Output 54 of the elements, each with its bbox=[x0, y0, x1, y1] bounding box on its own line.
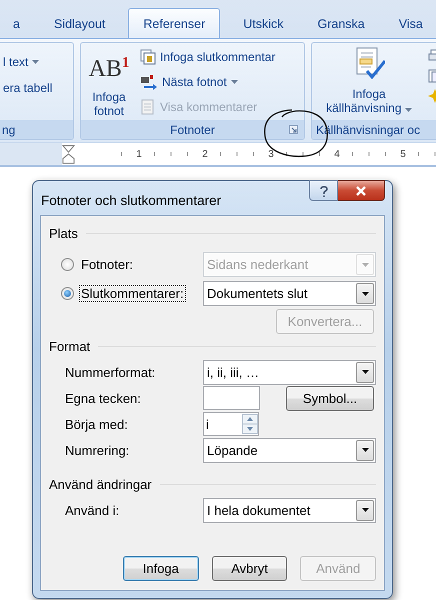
ribbon-tab[interactable]: Utskick bbox=[232, 8, 295, 38]
caret-icon bbox=[32, 60, 40, 64]
close-button[interactable] bbox=[338, 180, 385, 201]
ribbon-button[interactable]: l text bbox=[0, 53, 56, 71]
comments-icon bbox=[140, 99, 156, 115]
dialog-button[interactable]: Avbryt bbox=[212, 556, 288, 581]
ribbon-tab[interactable]: a bbox=[2, 8, 31, 38]
dropdown[interactable]: Dokumentets slut bbox=[203, 281, 376, 306]
ribbon-button[interactable]: era tabell bbox=[0, 79, 56, 97]
field-label: Egna tecken: bbox=[65, 390, 142, 406]
help-button[interactable] bbox=[309, 180, 338, 201]
dropdown-arrow-icon bbox=[362, 262, 368, 266]
ribbon-tab[interactable]: Granska bbox=[306, 8, 376, 38]
dropdown[interactable]: i, ii, iii, … bbox=[203, 360, 376, 384]
dropdown-arrow-icon bbox=[362, 448, 368, 452]
insert-citation-button[interactable]: Infoga källhänvisning bbox=[316, 45, 422, 118]
footnote-symbol: AB$^{1}$ bbox=[88, 54, 130, 83]
question-mark-icon bbox=[318, 184, 328, 196]
spinner-field[interactable]: i bbox=[203, 412, 259, 436]
dropdown-arrow-icon bbox=[362, 508, 368, 512]
insert-footnote-button[interactable]: AB$^{1}$ Infoga fotnot bbox=[85, 45, 133, 118]
dialog-launcher-icon[interactable] bbox=[289, 125, 298, 134]
indent-marker-icon[interactable] bbox=[62, 143, 75, 165]
ribbon-button[interactable]: Infoga slutkommentar bbox=[137, 47, 278, 67]
spin-arrows-icon bbox=[242, 414, 258, 434]
ruler-number: 4 bbox=[331, 148, 343, 160]
dropdown-arrow-icon bbox=[362, 370, 368, 374]
ribbon-tab[interactable]: Visa bbox=[388, 8, 434, 38]
radio-button[interactable] bbox=[61, 287, 74, 300]
group-label: ng bbox=[2, 122, 16, 136]
document-stack-icon bbox=[140, 49, 156, 65]
symbol-button[interactable]: Symbol... bbox=[286, 386, 374, 410]
field-label: Använd i: bbox=[65, 502, 120, 518]
ribbon-tab[interactable]: Sidlayout bbox=[42, 8, 116, 38]
dropdown-arrow-icon bbox=[362, 292, 368, 296]
caret-icon bbox=[230, 80, 238, 84]
field-label: Nummerformat: bbox=[65, 364, 156, 380]
dialog-button[interactable]: Infoga bbox=[123, 556, 199, 581]
field-label: Börja med: bbox=[65, 416, 129, 432]
ribbon-button[interactable]: Nästa fotnot bbox=[137, 72, 278, 92]
dialog-title: Fotnoter och slutkommentarer bbox=[41, 193, 222, 208]
dropdown[interactable]: Löpande bbox=[203, 438, 376, 462]
next-footnote-icon bbox=[140, 74, 158, 90]
radio-label[interactable]: Slutkommentarer: bbox=[79, 285, 186, 302]
section-heading: Format bbox=[49, 338, 90, 354]
dropdown[interactable]: I hela dokumentet bbox=[203, 498, 376, 522]
field-label: Numrering: bbox=[65, 442, 130, 458]
ribbon-tab[interactable]: Referenser bbox=[128, 8, 220, 38]
group-label: Fotnoter bbox=[170, 122, 215, 136]
input-field[interactable] bbox=[203, 386, 260, 410]
section-heading: Plats bbox=[49, 226, 78, 240]
close-icon bbox=[355, 186, 367, 196]
section-heading: Använd ändringar bbox=[49, 476, 152, 492]
caret-icon bbox=[404, 108, 412, 112]
